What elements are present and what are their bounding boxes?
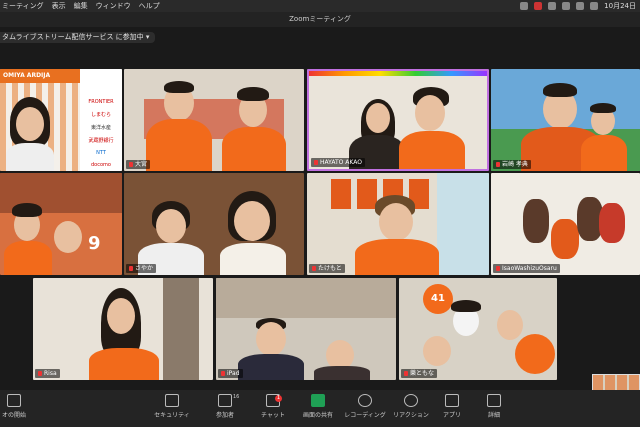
participant-hair: [164, 81, 194, 93]
participant-face: [423, 336, 451, 366]
details-button[interactable]: 詳細: [482, 394, 506, 419]
participant-body: [581, 135, 627, 171]
participant-face: [107, 298, 135, 334]
participant-body: [220, 243, 286, 275]
participant-face: [256, 322, 286, 356]
plush-toy: [599, 203, 625, 243]
video-tile[interactable]: たけもと: [307, 173, 489, 275]
video-tile[interactable]: OMIYA ARDIJA FRONTIER しまむら 東洋水産 武蔵野銀行 NT…: [0, 69, 122, 171]
participant-name: たけもと: [309, 264, 345, 273]
participant-body: [222, 127, 286, 171]
participant-hair: [237, 87, 269, 101]
gallery-view: OMIYA ARDIJA FRONTIER しまむら 東洋水産 武蔵野銀行 NT…: [0, 0, 640, 390]
video-tile[interactable]: Risa: [33, 278, 213, 380]
participant-face: [156, 209, 186, 243]
participants-count: 16: [233, 394, 240, 400]
reactions-button[interactable]: リアクション: [392, 394, 430, 419]
mic-muted-icon: [314, 160, 318, 165]
participant-face: [497, 310, 523, 340]
start-video-button[interactable]: オの開始: [0, 394, 28, 419]
participant-face: [415, 95, 445, 131]
participant-face: [234, 201, 270, 241]
participant-name: Risa: [35, 369, 60, 378]
wooden-wall: [216, 278, 396, 318]
participant-hair: [451, 300, 481, 312]
participant-name: 大宮: [126, 160, 151, 169]
participant-name: iPad: [218, 369, 243, 378]
video-tile[interactable]: IsaoWashizuOsaru: [491, 173, 640, 275]
shield-icon: [165, 394, 179, 407]
participant-name: 樂ともな: [401, 369, 438, 378]
sponsor-logo: 武蔵野銀行: [88, 138, 114, 144]
video-tile[interactable]: 9: [0, 173, 122, 275]
room-door: [163, 278, 199, 380]
sponsor-panel: FRONTIER しまむら 東洋水産 武蔵野銀行 NTT docomo: [80, 69, 122, 171]
participant-hair: [543, 83, 577, 97]
mic-muted-icon: [312, 266, 316, 271]
record-icon: [358, 394, 372, 407]
chat-badge: 1: [275, 395, 282, 402]
participant-hair: [590, 103, 616, 113]
share-screen-button[interactable]: 画面の共有: [300, 394, 336, 419]
fan-sign: 41: [423, 284, 453, 314]
sponsor-logo: docomo: [91, 162, 111, 168]
participant-body: [89, 348, 159, 380]
apps-icon: [445, 394, 459, 407]
participant-face: [366, 103, 390, 133]
participant-face: [379, 203, 413, 241]
apps-button[interactable]: アプリ: [440, 394, 464, 419]
record-button[interactable]: レコーディング: [344, 394, 386, 419]
participant-body: [314, 366, 370, 380]
participant-name: HAYATO AKAO: [311, 158, 365, 167]
mic-muted-icon: [496, 266, 500, 271]
mic-muted-icon: [129, 162, 133, 167]
plush-toy: [523, 199, 549, 243]
participant-body: [6, 143, 54, 171]
window-curtain: [437, 173, 489, 275]
mic-muted-icon: [38, 371, 42, 376]
sponsor-logo: しまむら: [90, 112, 111, 118]
jersey-number: 9: [88, 233, 101, 254]
video-tile[interactable]: 41 樂ともな: [399, 278, 557, 380]
sponsor-logo: NTT: [96, 150, 106, 156]
video-tile[interactable]: さやか: [124, 173, 304, 275]
video-tile[interactable]: 大宮: [124, 69, 304, 171]
participant-body: [238, 354, 304, 380]
more-icon: [487, 394, 501, 407]
share-screen-icon: [311, 394, 325, 407]
participant-hair: [12, 203, 42, 217]
sponsor-logo: FRONTIER: [88, 99, 114, 105]
reaction-icon: [404, 394, 418, 407]
meeting-toolbar: オの開始 セキュリティ 16 参加者 1 チャット 画面の共有 レコーディング …: [0, 390, 640, 427]
plush-toy: [551, 219, 579, 259]
video-tile[interactable]: HAYATO AKAO: [307, 69, 489, 171]
participant-body: [399, 131, 465, 169]
participant-name: 岩崎 孝典: [493, 160, 531, 169]
participant-body: [4, 241, 52, 275]
mic-muted-icon: [221, 371, 225, 376]
team-banner: OMIYA ARDIJA: [0, 69, 83, 83]
mic-muted-icon: [496, 162, 500, 167]
mic-muted-icon: [129, 266, 133, 271]
participant-body: [146, 119, 212, 171]
fan-sign: [515, 334, 555, 374]
participants-icon: 16: [218, 394, 239, 407]
video-tile[interactable]: iPad: [216, 278, 396, 380]
participant-face: [16, 107, 44, 141]
participant-name: さやか: [126, 264, 157, 273]
sponsor-logo: 東洋水産: [90, 125, 111, 131]
video-off-icon: [7, 394, 21, 407]
participant-body: [355, 239, 439, 275]
video-tile[interactable]: 岩崎 孝典: [491, 69, 640, 171]
mic-muted-icon: [404, 371, 408, 376]
participant-face: [54, 221, 82, 253]
chat-button[interactable]: 1 チャット: [258, 394, 288, 419]
chat-icon: 1: [266, 394, 282, 407]
security-button[interactable]: セキュリティ: [152, 394, 192, 419]
participants-button[interactable]: 16 参加者: [208, 394, 242, 419]
rainbow-stripe: [309, 71, 487, 76]
participant-name: IsaoWashizuOsaru: [493, 264, 560, 273]
